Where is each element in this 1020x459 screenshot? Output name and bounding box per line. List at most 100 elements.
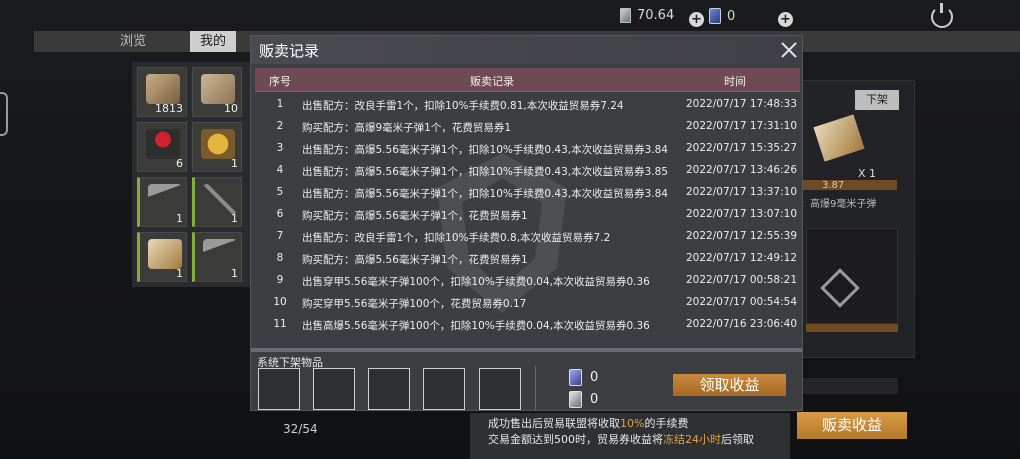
row-number: 5 (276, 186, 284, 198)
ticket-balance-value: 70.64 (637, 8, 675, 23)
fee-text-tail: 的手续费 (644, 417, 689, 430)
dialog-header: 贩卖记录 (251, 36, 802, 64)
table-row: 4 出售配方：高爆5.56毫米子弹1个，扣除10%手续费0.43,本次收益贸易券3… (255, 160, 800, 182)
row-number: 10 (273, 296, 287, 308)
dialog-title: 贩卖记录 (259, 42, 320, 60)
row-time: 2022/07/17 12:55:39 (686, 230, 798, 242)
column-header-no: 序号 (269, 75, 291, 88)
inventory-slot-recipe[interactable]: 1 (137, 232, 187, 282)
top-bar: 70.64 + 0 + (0, 3, 1020, 30)
item-count: 1 (231, 157, 238, 170)
table-row: 7 出售配方：改良手雷1个，扣除10%手续费0.8,本次收益贸易券7.2 2022/… (255, 226, 800, 248)
item-count: 1 (176, 212, 183, 225)
freeze-text-tail: 后领取 (721, 433, 754, 446)
row-record: 出售穿甲5.56毫米子弹100个，扣除10%手续费0.04,本次收益贸易券0.3… (302, 276, 650, 288)
wood-logs-icon (146, 74, 180, 104)
freeze-text: 交易金额达到500时，贸易券收益将 (488, 433, 663, 446)
item-count: 10 (224, 102, 238, 115)
row-time: 2022/07/17 17:31:10 (686, 120, 798, 132)
row-time: 2022/07/17 15:35:27 (686, 142, 798, 154)
power-icon[interactable] (931, 3, 953, 28)
inventory-panel: 1813 10 6 1 1 1 1 1 (132, 62, 254, 287)
row-record: 购买配方：高爆9毫米子弹1个，花费贸易券1 (302, 122, 512, 134)
column-header-record: 贩卖记录 (470, 75, 514, 88)
system-item-slot[interactable] (423, 368, 465, 410)
dialog-divider (251, 348, 802, 352)
system-item-slot[interactable] (313, 368, 355, 410)
row-number: 6 (276, 208, 284, 220)
row-time: 2022/07/17 13:37:10 (686, 186, 798, 198)
system-item-slot[interactable] (258, 368, 300, 410)
column-header-time: 时间 (724, 75, 746, 88)
inventory-page-count: 32/54 (283, 422, 318, 436)
rose-icon (146, 129, 180, 159)
row-number: 7 (276, 230, 284, 242)
row-number: 8 (276, 252, 284, 264)
item-count: 1813 (155, 102, 183, 115)
hammer-icon (148, 184, 182, 214)
inventory-slot-wood[interactable]: 1813 (137, 67, 187, 117)
row-number: 4 (276, 164, 284, 176)
row-time: 2022/07/16 23:06:40 (686, 318, 798, 330)
food-bowl-icon (201, 129, 235, 159)
price-bar (803, 180, 897, 190)
table-row: 8 购买配方：高爆5.56毫米子弹1个，花费贸易券1 2022/07/17 12:4… (255, 248, 800, 270)
listing-price: 3.87 (822, 180, 845, 191)
sell-income-button[interactable]: 贩卖收益 (797, 412, 907, 439)
fee-rate: 10% (620, 417, 645, 430)
inventory-slot-cloth[interactable]: 10 (192, 67, 242, 117)
row-time: 2022/07/17 13:07:10 (686, 208, 798, 220)
offshelf-button[interactable]: 下架 (855, 90, 899, 110)
system-item-slot[interactable] (368, 368, 410, 410)
table-row: 5 出售配方：高爆5.56毫米子弹1个，扣除10%手续费0.43,本次收益贸易券3… (255, 182, 800, 204)
row-record: 出售配方：高爆5.56毫米子弹1个，扣除10%手续费0.43,本次收益贸易券3.… (302, 144, 668, 156)
row-number: 3 (276, 142, 284, 154)
card-income-value: 0 (590, 370, 599, 385)
add-ticket-button[interactable]: + (689, 12, 704, 27)
item-count: 6 (176, 157, 183, 170)
inventory-slot-rose[interactable]: 6 (137, 122, 187, 172)
card-balance-value: 0 (727, 8, 736, 24)
row-time: 2022/07/17 00:54:54 (686, 296, 798, 308)
row-record: 购买穿甲5.56毫米子弹100个，花费贸易券0.17 (302, 298, 527, 310)
close-icon[interactable] (778, 39, 800, 61)
table-row: 1 出售配方：改良手雷1个，扣除10%手续费0.81,本次收益贸易券7.24 202… (255, 94, 800, 116)
row-time: 2022/07/17 17:48:33 (686, 98, 798, 110)
sales-record-dialog: 贩卖记录 序号 贩卖记录 时间 1 出售配方：改良手雷1个，扣除10%手续费0.8… (250, 35, 803, 411)
row-record: 出售配方：改良手雷1个，扣除10%手续费0.81,本次收益贸易券7.24 (302, 100, 624, 112)
row-time: 2022/07/17 12:49:12 (686, 252, 798, 264)
inventory-slot-hammer-2[interactable]: 1 (192, 232, 242, 282)
system-item-slot[interactable] (479, 368, 521, 410)
item-count: 1 (176, 267, 183, 280)
slot-bar (806, 324, 898, 332)
ticket-icon (569, 391, 582, 408)
table-row: 6 购买配方：高爆5.56毫米子弹1个，花费贸易券1 2022/07/17 13:0… (255, 204, 800, 226)
table-header: 序号 贩卖记录 时间 (255, 68, 800, 92)
slot-separator (535, 366, 536, 410)
row-record: 出售配方：高爆5.56毫米子弹1个，扣除10%手续费0.43,本次收益贸易券3.… (302, 166, 668, 178)
inventory-slot-hammer[interactable]: 1 (137, 177, 187, 227)
row-record: 购买配方：高爆5.56毫米子弹1个，花费贸易券1 (302, 254, 528, 266)
item-count: 1 (231, 267, 238, 280)
fee-notice-line-1: 成功售出后贸易联盟将收取10%的手续费 (488, 415, 688, 431)
row-number: 1 (276, 98, 284, 110)
table-row: 11 出售高爆5.56毫米子弹100个，扣除10%手续费0.04,本次收益贸易券0… (255, 314, 800, 336)
side-handle[interactable] (0, 92, 8, 136)
cloth-roll-icon (201, 74, 235, 104)
records-table[interactable]: 序号 贩卖记录 时间 1 出售配方：改良手雷1个，扣除10%手续费0.81,本次收… (255, 68, 800, 346)
ticket-balance: 70.64 (620, 8, 674, 23)
fee-text: 成功售出后贸易联盟将收取 (488, 417, 620, 430)
row-record: 出售配方：高爆5.56毫米子弹1个，扣除10%手续费0.43,本次收益贸易券3.… (302, 188, 668, 200)
inventory-slot-sling[interactable]: 1 (192, 177, 242, 227)
add-card-button[interactable]: + (778, 12, 793, 27)
row-number: 11 (273, 318, 287, 330)
tab-browse[interactable]: 浏览 (110, 31, 156, 52)
row-number: 9 (276, 274, 284, 286)
empty-listing-slot[interactable] (806, 228, 898, 324)
tab-mine[interactable]: 我的 (190, 31, 237, 52)
inventory-slot-food[interactable]: 1 (192, 122, 242, 172)
card-icon (709, 8, 721, 24)
listing-quantity: X 1 (858, 167, 877, 180)
item-count: 1 (231, 212, 238, 225)
collect-income-button[interactable]: 领取收益 (673, 374, 786, 396)
